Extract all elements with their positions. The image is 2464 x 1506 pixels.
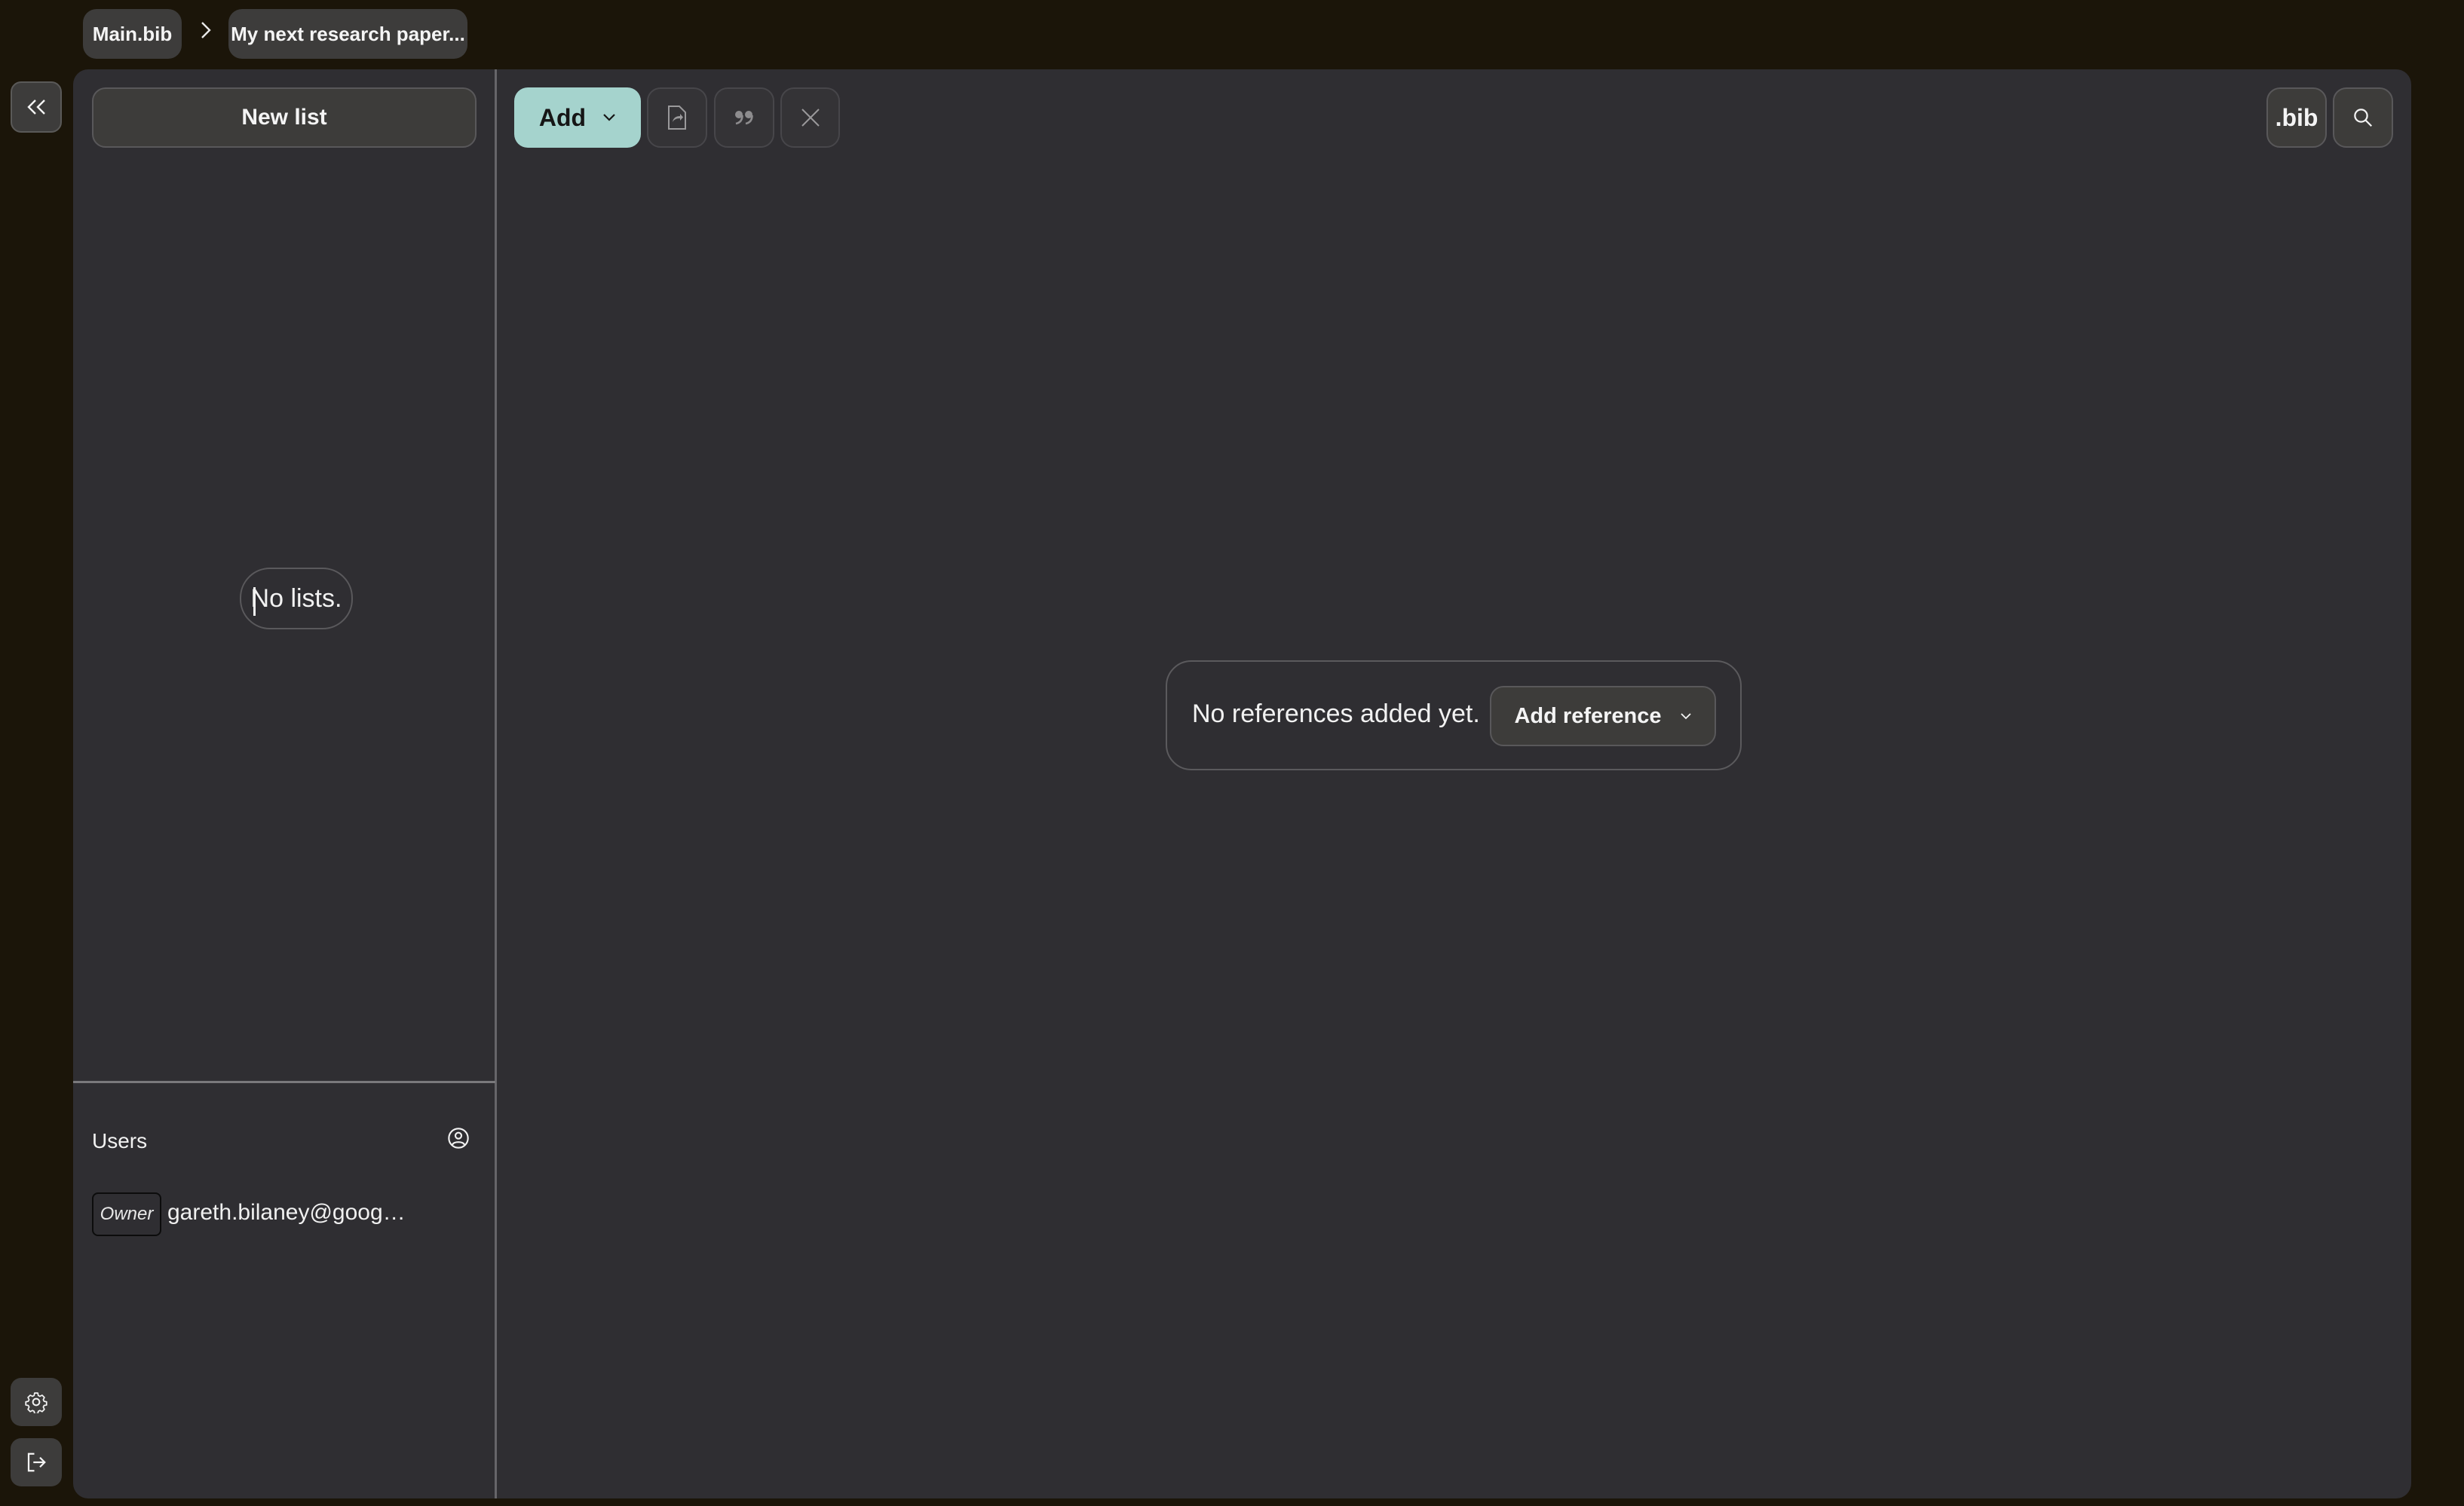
export-button[interactable] <box>647 87 707 148</box>
logout-button[interactable] <box>11 1438 62 1486</box>
users-title: Users <box>92 1129 148 1152</box>
breadcrumb-item-paper[interactable]: My next research paper... <box>228 9 467 59</box>
chevron-right-icon <box>196 17 216 44</box>
collapse-sidebar-button[interactable] <box>11 81 62 133</box>
file-share-icon <box>668 106 686 130</box>
user-email: gareth.bilaney@goog… <box>167 1200 406 1225</box>
bib-export-button[interactable]: .bib <box>2266 87 2327 148</box>
sidebar-divider[interactable] <box>495 69 497 1498</box>
add-label: Add <box>538 103 587 131</box>
add-reference-button[interactable]: Add reference <box>1490 686 1716 746</box>
users-divider <box>73 1081 495 1083</box>
user-circle-icon <box>448 1128 469 1149</box>
breadcrumb-item-main-bib[interactable]: Main.bib <box>83 9 182 59</box>
search-button[interactable] <box>2333 87 2393 148</box>
breadcrumb: Main.bib My next research paper... <box>0 0 528 68</box>
role-badge: Owner <box>92 1192 161 1236</box>
close-button[interactable] <box>780 87 840 148</box>
close-icon <box>801 109 820 127</box>
add-user-button[interactable] <box>446 1126 470 1150</box>
logout-icon <box>27 1452 46 1472</box>
no-lists-text: No lists. <box>250 583 342 613</box>
add-button[interactable]: Add <box>514 87 641 148</box>
empty-references-box: No references added yet. Add reference <box>1166 660 1742 770</box>
double-chevron-left-icon <box>27 99 45 115</box>
chevron-down-icon <box>1680 713 1691 720</box>
empty-references-text: No references added yet. <box>1192 699 1480 728</box>
search-icon <box>2354 109 2373 127</box>
settings-button[interactable] <box>11 1378 62 1426</box>
text-caret <box>253 587 256 616</box>
chevron-down-icon <box>603 114 615 121</box>
gear-icon <box>25 1392 48 1413</box>
user-row[interactable]: Owner gareth.bilaney@goog… <box>92 1191 484 1239</box>
new-list-button[interactable]: New list <box>92 87 477 148</box>
no-lists-label[interactable]: No lists. <box>240 568 353 629</box>
cite-button[interactable] <box>714 87 774 148</box>
workspace-panel <box>73 69 2411 1498</box>
quote-icon <box>735 111 753 125</box>
add-reference-label: Add reference <box>1514 703 1662 728</box>
